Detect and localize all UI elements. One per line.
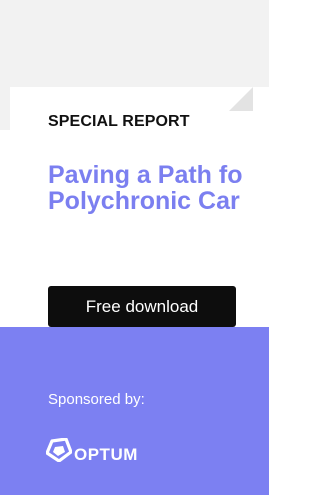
headline-line-1: Paving a Path fo — [48, 161, 243, 189]
optum-logo-icon — [46, 438, 72, 462]
headline-line-2: Polychronic Car — [48, 187, 240, 215]
sponsor-name: OPTUM — [74, 445, 138, 464]
eyebrow-label: SPECIAL REPORT — [48, 113, 190, 130]
sponsor-logo[interactable]: OPTUM — [46, 430, 138, 470]
corner-fold — [229, 87, 253, 111]
free-download-button[interactable]: Free download — [48, 286, 236, 327]
sponsor-label: Sponsored by: — [48, 391, 145, 408]
headline[interactable]: Paving a Path fo Polychronic Car — [48, 162, 269, 214]
sponsored-ad[interactable]: SPECIAL REPORT Paving a Path fo Polychro… — [0, 0, 269, 495]
